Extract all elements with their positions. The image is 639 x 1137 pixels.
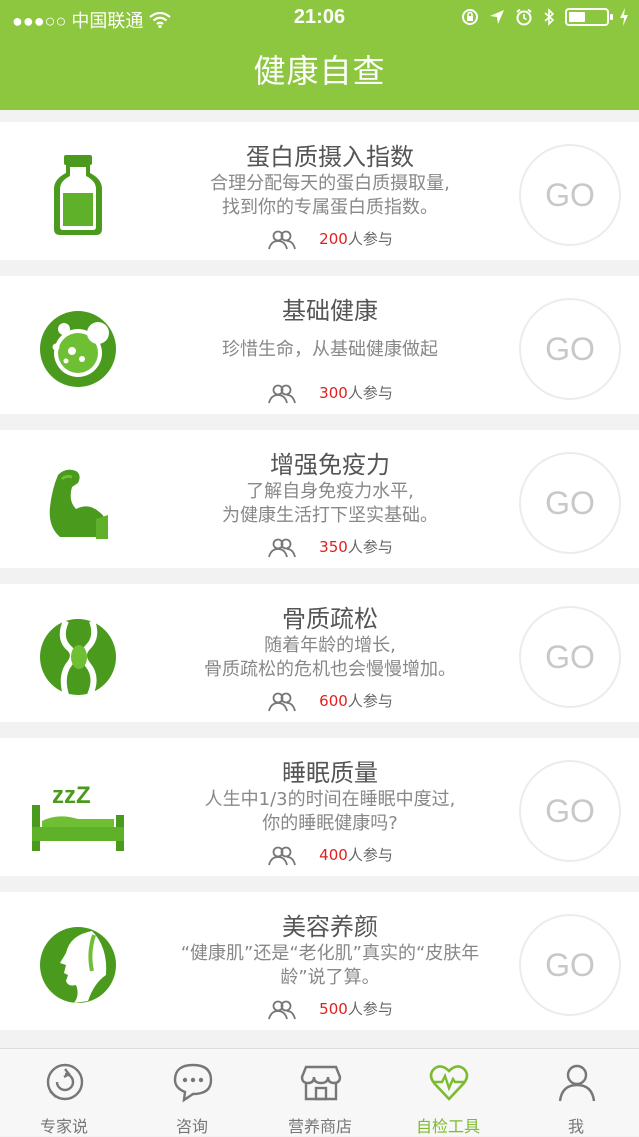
- people-icon: [268, 1000, 297, 1019]
- rotation-lock-icon: [462, 9, 478, 25]
- muscle-arm-icon: [49, 469, 108, 539]
- tab-label: 专家说: [39, 1117, 88, 1136]
- face-profile-icon: [40, 927, 116, 1003]
- card-title: 基础健康: [282, 297, 378, 325]
- people-icon: [268, 692, 297, 711]
- list-item-protein[interactable]: 蛋白质摄入指数 合理分配每天的蛋白质摄取量, 找到你的专属蛋白质指数。 200人…: [0, 122, 639, 260]
- card-description-line: 骨质疏松的危机也会慢慢增加。: [204, 659, 456, 680]
- participant-count: 200人参与: [160, 228, 500, 250]
- card-title: 美容养颜: [282, 913, 378, 941]
- cells-icon: [40, 311, 116, 387]
- participant-number: 600: [319, 692, 348, 710]
- card-title: 蛋白质摄入指数: [246, 143, 414, 171]
- participant-number: 350: [319, 538, 348, 556]
- card-text: 美容养颜 “健康肌”还是“老化肌”真实的“皮肤年 龄”说了算。: [160, 912, 500, 990]
- list-item-sleep[interactable]: zzZ 睡眠质量 人生中1/3的时间在睡眠中度过, 你的睡眠健康吗? 400人参…: [0, 738, 639, 876]
- tab-label: 自检工具: [415, 1117, 480, 1136]
- card-description-line: 随着年龄的增长,: [264, 635, 396, 656]
- participant-suffix: 人参与: [347, 230, 393, 248]
- list-item-osteoporosis[interactable]: 骨质疏松 随着年龄的增长, 骨质疏松的危机也会慢慢增加。 600人参与 GO: [0, 584, 639, 722]
- participant-suffix: 人参与: [347, 692, 393, 710]
- status-bar: ●●●○○ 中国联通 21:06: [0, 0, 639, 38]
- participant-count: 350人参与: [160, 536, 500, 558]
- go-button[interactable]: GO: [519, 298, 621, 400]
- list-item-basic-health[interactable]: 基础健康 珍惜生命，从基础健康做起 300人参与 GO: [0, 276, 639, 414]
- participant-number: 400: [319, 846, 348, 864]
- go-button[interactable]: GO: [519, 760, 621, 862]
- participant-count: 600人参与: [160, 690, 500, 712]
- card-description-line: “健康肌”还是“老化肌”真实的“皮肤年: [180, 943, 480, 964]
- tab-expert[interactable]: 专家说: [0, 1049, 128, 1137]
- navigation-bar: 健康自查: [0, 38, 639, 110]
- go-button[interactable]: GO: [519, 606, 621, 708]
- people-icon: [268, 538, 297, 557]
- card-description-line: 你的睡眠健康吗?: [262, 813, 398, 834]
- card-text: 睡眠质量 人生中1/3的时间在睡眠中度过, 你的睡眠健康吗?: [160, 758, 500, 836]
- tab-me[interactable]: 我: [512, 1049, 639, 1137]
- card-text: 蛋白质摄入指数 合理分配每天的蛋白质摄取量, 找到你的专属蛋白质指数。: [160, 142, 500, 220]
- store-icon: [300, 1065, 342, 1101]
- participant-count: 300人参与: [160, 382, 500, 404]
- bone-joint-icon: [40, 619, 116, 697]
- tab-self-check[interactable]: 自检工具: [384, 1049, 512, 1137]
- participant-suffix: 人参与: [347, 384, 393, 402]
- people-icon: [268, 230, 297, 249]
- location-icon: [490, 10, 504, 24]
- card-description-line: 合理分配每天的蛋白质摄取量,: [210, 173, 450, 194]
- tab-store[interactable]: 营养商店: [256, 1049, 384, 1137]
- alarm-icon: [516, 8, 532, 26]
- tab-label: 营养商店: [287, 1117, 352, 1136]
- milk-bottle-icon: [54, 155, 102, 235]
- tab-label: 咨询: [175, 1117, 208, 1136]
- participant-count: 400人参与: [160, 844, 500, 866]
- list-item-beauty[interactable]: 美容养颜 “健康肌”还是“老化肌”真实的“皮肤年 龄”说了算。 500人参与 G…: [0, 892, 639, 1030]
- tab-label: 我: [567, 1117, 584, 1136]
- card-title: 增强免疫力: [270, 451, 390, 479]
- go-button[interactable]: GO: [519, 144, 621, 246]
- bluetooth-icon: [544, 8, 555, 26]
- card-title: 睡眠质量: [282, 759, 378, 787]
- card-text: 增强免疫力 了解自身免疫力水平, 为健康生活打下坚实基础。: [160, 450, 500, 528]
- battery-icon: [565, 8, 613, 26]
- tab-bar: 专家说 咨询 营养商店 自检工具 我: [0, 1048, 639, 1136]
- status-icons: [461, 8, 629, 26]
- card-title: 骨质疏松: [282, 605, 378, 633]
- expert-refresh-icon: [46, 1063, 84, 1101]
- card-description-line: 为健康生活打下坚实基础。: [222, 505, 438, 526]
- page-title: 健康自查: [253, 52, 386, 90]
- card-description-line: 珍惜生命，从基础健康做起: [222, 339, 438, 360]
- list-item-immunity[interactable]: 增强免疫力 了解自身免疫力水平, 为健康生活打下坚实基础。 350人参与 GO: [0, 430, 639, 568]
- participant-suffix: 人参与: [347, 846, 393, 864]
- participant-number: 300: [319, 384, 348, 402]
- go-button[interactable]: GO: [519, 914, 621, 1016]
- participant-count: 500人参与: [160, 998, 500, 1020]
- card-description-line: 了解自身免疫力水平,: [246, 481, 414, 502]
- card-description-line: 人生中1/3的时间在睡眠中度过,: [204, 789, 456, 810]
- card-text: 基础健康 珍惜生命，从基础健康做起: [160, 296, 500, 362]
- sleep-bed-icon: zzZ: [32, 782, 124, 851]
- go-button[interactable]: GO: [519, 452, 621, 554]
- user-icon: [558, 1064, 596, 1102]
- people-icon: [268, 846, 297, 865]
- tab-consult[interactable]: 咨询: [128, 1049, 256, 1137]
- card-description-line: 龄”说了算。: [280, 967, 380, 988]
- participant-number: 500: [319, 1000, 348, 1018]
- card-description-line: 找到你的专属蛋白质指数。: [222, 197, 438, 218]
- people-icon: [268, 384, 297, 403]
- heart-pulse-icon: [429, 1065, 469, 1101]
- card-text: 骨质疏松 随着年龄的增长, 骨质疏松的危机也会慢慢增加。: [160, 604, 500, 682]
- charging-icon: [620, 8, 628, 26]
- chat-bubble-icon: [173, 1063, 213, 1103]
- participant-suffix: 人参与: [347, 538, 393, 556]
- participant-suffix: 人参与: [347, 1000, 393, 1018]
- svg-text:zzZ: zzZ: [52, 782, 91, 809]
- participant-number: 200: [319, 230, 348, 248]
